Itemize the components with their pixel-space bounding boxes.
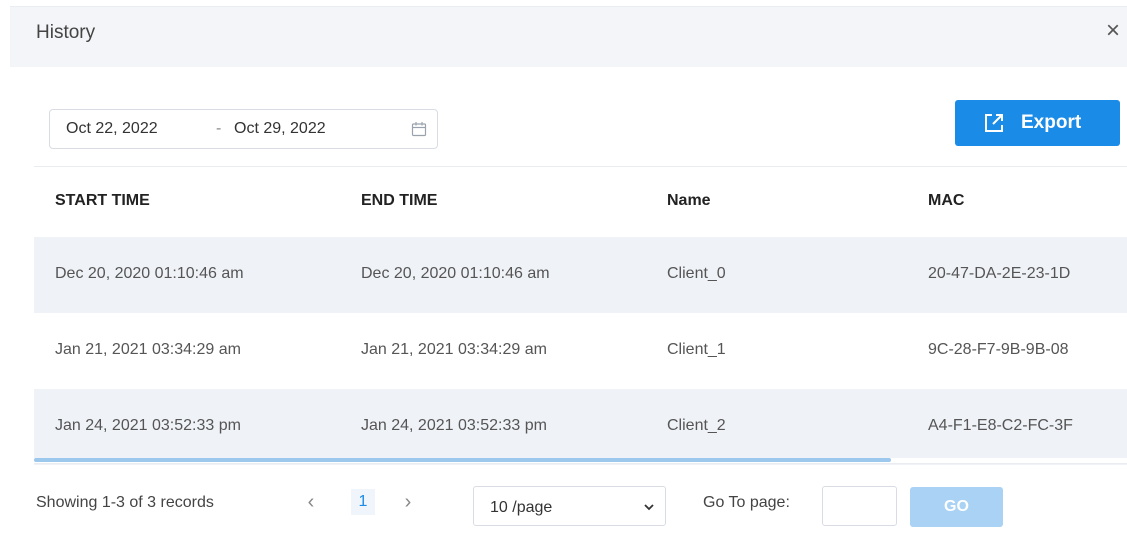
scrollbar-thumb[interactable] bbox=[34, 458, 891, 462]
table-row[interactable]: Jan 24, 2021 03:52:33 pm Jan 24, 2021 03… bbox=[34, 389, 1127, 465]
cell-end-time: Dec 20, 2020 01:10:46 am bbox=[361, 265, 550, 282]
history-table: START TIME END TIME Name MAC Dec 20, 202… bbox=[34, 166, 1127, 465]
cell-end-time: Jan 21, 2021 03:34:29 am bbox=[361, 341, 547, 358]
date-separator: - bbox=[216, 120, 222, 137]
dialog-title: History bbox=[36, 22, 96, 43]
divider bbox=[34, 463, 1127, 464]
external-link-icon bbox=[985, 114, 1003, 132]
cell-mac: 9C-28-F7-9B-9B-08 bbox=[928, 341, 1069, 358]
table-row[interactable]: Dec 20, 2020 01:10:46 am Dec 20, 2020 01… bbox=[34, 237, 1127, 313]
cell-name: Client_1 bbox=[667, 341, 726, 358]
column-header-mac[interactable]: MAC bbox=[928, 192, 964, 210]
cell-end-time: Jan 24, 2021 03:52:33 pm bbox=[361, 417, 547, 434]
go-button[interactable]: GO bbox=[910, 487, 1003, 527]
date-start[interactable]: Oct 22, 2022 bbox=[66, 120, 158, 138]
date-end[interactable]: Oct 29, 2022 bbox=[234, 120, 326, 138]
page-size-select[interactable]: 10 /page bbox=[473, 486, 666, 526]
column-header-name[interactable]: Name bbox=[667, 192, 711, 210]
close-icon[interactable]: × bbox=[1101, 17, 1125, 45]
history-dialog: History × Oct 22, 2022 - Oct 29, 2022 Ex… bbox=[0, 0, 1127, 541]
cell-mac: A4-F1-E8-C2-FC-3F bbox=[928, 417, 1073, 434]
page-size-value: 10 /page bbox=[490, 499, 553, 516]
export-button[interactable]: Export bbox=[955, 100, 1120, 146]
page-1-button[interactable]: 1 bbox=[351, 489, 375, 515]
column-header-end-time[interactable]: END TIME bbox=[361, 192, 437, 210]
goto-page-input[interactable] bbox=[822, 486, 897, 526]
cell-name: Client_2 bbox=[667, 417, 726, 434]
column-header-start-time[interactable]: START TIME bbox=[55, 192, 150, 210]
previous-page-button[interactable]: ‹ bbox=[301, 489, 321, 515]
cell-start-time: Dec 20, 2020 01:10:46 am bbox=[55, 265, 244, 282]
next-page-button[interactable]: › bbox=[398, 489, 418, 515]
cell-name: Client_0 bbox=[667, 265, 726, 282]
cell-start-time: Jan 24, 2021 03:52:33 pm bbox=[55, 417, 241, 434]
date-range-picker[interactable]: Oct 22, 2022 - Oct 29, 2022 bbox=[49, 109, 438, 149]
goto-page-label: Go To page: bbox=[703, 494, 790, 511]
cell-mac: 20-47-DA-2E-23-1D bbox=[928, 265, 1071, 282]
calendar-icon bbox=[411, 122, 427, 137]
records-summary: Showing 1-3 of 3 records bbox=[36, 494, 214, 511]
export-label: Export bbox=[1021, 112, 1082, 133]
dialog-header: History × bbox=[10, 6, 1127, 67]
table-header: START TIME END TIME Name MAC bbox=[34, 166, 1127, 237]
chevron-down-icon bbox=[644, 504, 654, 511]
cell-start-time: Jan 21, 2021 03:34:29 am bbox=[55, 341, 241, 358]
table-row[interactable]: Jan 21, 2021 03:34:29 am Jan 21, 2021 03… bbox=[34, 313, 1127, 389]
